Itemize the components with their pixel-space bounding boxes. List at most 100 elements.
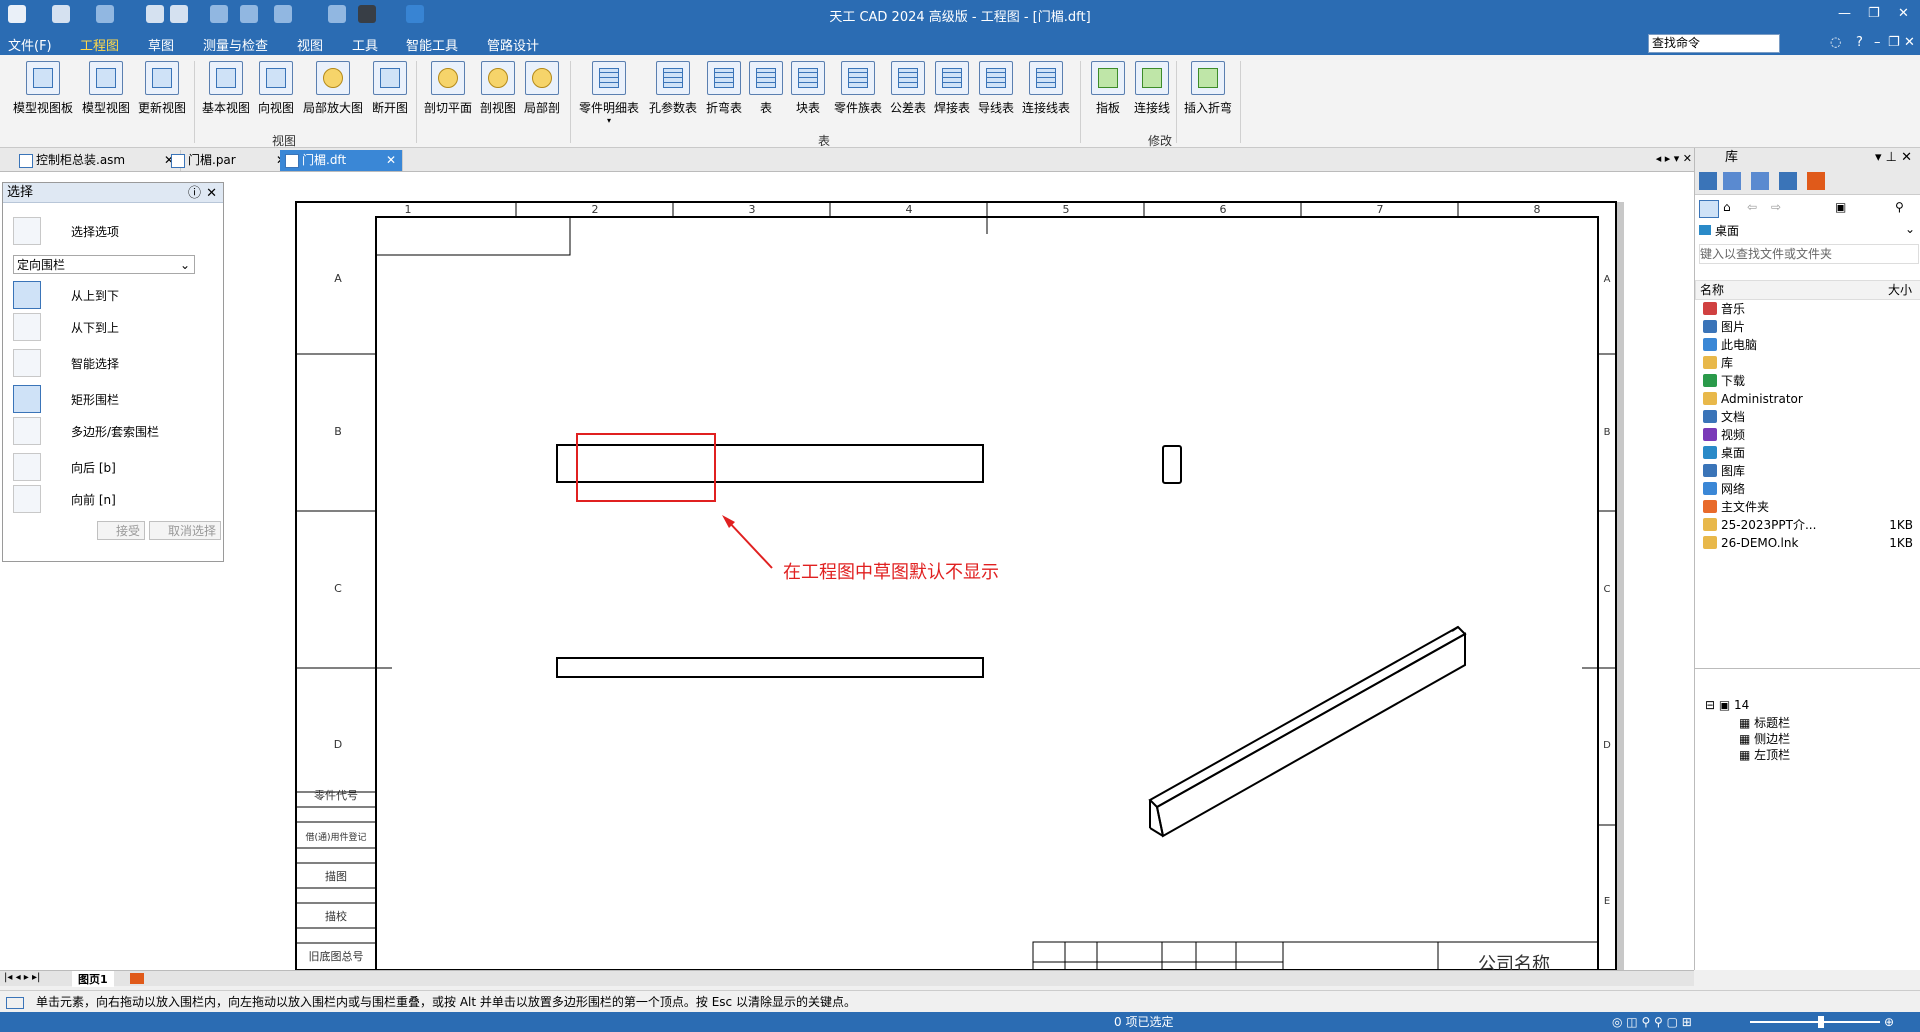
fence-mode-select[interactable]: 定向围栏 ⌄: [13, 255, 195, 274]
broken-view-button[interactable]: 断开图: [368, 61, 412, 116]
forward-button[interactable]: 向前 [n]: [13, 485, 218, 513]
tab-drawing[interactable]: 门楣.dft ✕: [280, 150, 403, 171]
library-tab-icon[interactable]: [1699, 172, 1717, 190]
connector-table-button[interactable]: 连接线表: [1018, 61, 1074, 116]
menu-drawing[interactable]: 工程图: [80, 35, 119, 54]
list-item[interactable]: 图库: [1703, 462, 1913, 480]
search-icon[interactable]: ⚲: [1895, 200, 1904, 214]
direction-view-button[interactable]: 向视图: [254, 61, 298, 116]
close-icon[interactable]: ✕: [1898, 6, 1909, 21]
insert-bend-button[interactable]: 插入折弯: [1180, 61, 1236, 116]
drawing-canvas[interactable]: 1 2 3 4 5 6 7 8 A B C D A B C D E 零件代号 借(通)用件登记 描图 描校 旧底图总号…: [0, 172, 1694, 975]
back-icon[interactable]: ⇦: [1747, 200, 1757, 214]
top-to-bottom-button[interactable]: 从上到下: [13, 281, 218, 309]
bottom-to-top-button[interactable]: 从下到上: [13, 313, 218, 341]
close-icon[interactable]: ✕: [206, 184, 217, 203]
help-tab-icon[interactable]: [1779, 172, 1797, 190]
list-item[interactable]: 文档: [1703, 408, 1913, 426]
ribbon-separator: [1080, 61, 1081, 143]
location-select[interactable]: 桌面 ⌄: [1699, 222, 1917, 240]
block-table-button[interactable]: 块表: [786, 61, 830, 116]
help-icon[interactable]: ⓘ: [188, 184, 201, 203]
model-view-board-button[interactable]: 模型视图板: [8, 61, 78, 116]
pin-close-icon[interactable]: ▾ ⊥ ✕: [1875, 148, 1912, 168]
menu-pipe-design[interactable]: 管路设计: [487, 35, 539, 54]
tab-part[interactable]: 门楣.par✕: [166, 150, 293, 171]
smart-select-button[interactable]: 智能选择: [13, 349, 218, 377]
model-view-button[interactable]: 模型视图: [78, 61, 134, 116]
menu-view[interactable]: 视图: [297, 35, 323, 54]
connect-line-button[interactable]: 连接线: [1130, 61, 1174, 116]
finger-plate-button[interactable]: 指板: [1086, 61, 1130, 116]
hole-table-button[interactable]: 孔参数表: [644, 61, 702, 116]
tree-item[interactable]: ▦ 侧边栏: [1739, 730, 1790, 747]
base-view-button[interactable]: 基本视图: [198, 61, 254, 116]
list-item[interactable]: Administrator: [1703, 390, 1913, 408]
tab-assembly[interactable]: 控制柜总装.asm ✕: [14, 150, 181, 171]
add-sheet-icon[interactable]: [130, 973, 144, 984]
cancel-select-button[interactable]: 取消选择: [149, 521, 222, 540]
new-folder-icon[interactable]: ▣: [1835, 200, 1846, 214]
list-item[interactable]: 网络: [1703, 480, 1913, 498]
list-item[interactable]: 图片: [1703, 318, 1913, 336]
drawing-sheet[interactable]: 1 2 3 4 5 6 7 8 A B C D A B C D E 零件代号借(通)用件登记描图描校旧底图总号…: [0, 172, 1694, 975]
list-item[interactable]: 库: [1703, 354, 1913, 372]
back-button[interactable]: 向后 [b]: [13, 453, 218, 481]
command-search-input[interactable]: 查找命令: [1648, 34, 1780, 53]
cutting-plane-button[interactable]: 剖切平面: [420, 61, 476, 116]
section-view-button[interactable]: 剖视图: [476, 61, 520, 116]
list-item[interactable]: 音乐: [1703, 300, 1913, 318]
doc-minimize-icon[interactable]: –: [1874, 35, 1881, 50]
zoom-slider[interactable]: [1750, 1021, 1880, 1023]
bend-table-button[interactable]: 折弯表: [702, 61, 746, 116]
tree-item[interactable]: ▦ 标题栏: [1739, 714, 1790, 731]
parts-list-button[interactable]: 零件明细表 ▾: [574, 61, 644, 125]
zoom-slider-thumb[interactable]: [1818, 1016, 1824, 1028]
list-item[interactable]: 主文件夹: [1703, 498, 1913, 516]
detail-view-button[interactable]: 局部放大图: [298, 61, 368, 116]
restore-icon[interactable]: ❐: [1868, 6, 1880, 21]
rectangle-fence-button[interactable]: 矩形围栏: [13, 385, 218, 413]
list-item[interactable]: 此电脑: [1703, 336, 1913, 354]
broken-out-section-button[interactable]: 局部剖: [520, 61, 564, 116]
help-icon[interactable]: ?: [1856, 35, 1863, 50]
view-tools-icon[interactable]: ◎ ◫ ⚲ ⚲ ▢ ⊞: [1612, 1012, 1692, 1032]
tree-item[interactable]: ▦ 左顶栏: [1739, 746, 1790, 763]
wire-table-button[interactable]: 导线表: [974, 61, 1018, 116]
list-item[interactable]: 26-DEMO.lnk 1KB: [1703, 534, 1913, 552]
select-options-button[interactable]: 选择选项: [13, 217, 218, 245]
forward-icon[interactable]: ⇨: [1771, 200, 1781, 214]
layers-tab-icon[interactable]: [1723, 172, 1741, 190]
menu-measure[interactable]: 测量与检查: [203, 35, 268, 54]
list-item[interactable]: 桌面: [1703, 444, 1913, 462]
zoom-in-icon[interactable]: ⊕: [1884, 1012, 1894, 1032]
family-table-button[interactable]: 零件族表: [830, 61, 886, 116]
menu-tools[interactable]: 工具: [352, 35, 378, 54]
list-item[interactable]: 25-2023PPT介... 1KB: [1703, 516, 1913, 534]
view-toggle-icon[interactable]: [1699, 200, 1719, 218]
doc-close-icon[interactable]: ✕: [1904, 35, 1915, 50]
sheet-tab[interactable]: 图页1: [72, 971, 114, 987]
update-view-button[interactable]: 更新视图: [134, 61, 190, 116]
close-icon[interactable]: ✕: [386, 150, 396, 171]
menu-sketch[interactable]: 草图: [148, 35, 174, 54]
library-search-input[interactable]: 键入以查找文件或文件夹: [1699, 244, 1919, 264]
weld-table-button[interactable]: 焊接表: [930, 61, 974, 116]
polygon-lasso-fence-button[interactable]: 多边形/套索围栏: [13, 417, 218, 445]
3d-tab-icon[interactable]: [1807, 172, 1825, 190]
tree-root[interactable]: ⊟ ▣ 14: [1705, 698, 1749, 712]
minimize-icon[interactable]: —: [1838, 6, 1851, 21]
tolerance-table-button[interactable]: 公差表: [886, 61, 930, 116]
list-item[interactable]: 视频: [1703, 426, 1913, 444]
tab-scroll-arrows-icon[interactable]: ◂ ▸ ▾ ✕: [1656, 152, 1692, 165]
menu-smart-tools[interactable]: 智能工具: [406, 35, 458, 54]
doc-restore-icon[interactable]: ❐: [1888, 35, 1900, 50]
sheet-nav-arrows-icon[interactable]: |◂ ◂ ▸ ▸|: [4, 972, 40, 983]
list-item[interactable]: 下载: [1703, 372, 1913, 390]
home-icon[interactable]: ⌂: [1723, 200, 1731, 214]
menu-file[interactable]: 文件(F): [8, 35, 52, 54]
accept-button[interactable]: 接受: [97, 521, 146, 540]
help-chat-icon[interactable]: ◌: [1830, 35, 1841, 50]
image-tab-icon[interactable]: [1751, 172, 1769, 190]
table-button[interactable]: 表: [746, 61, 786, 116]
